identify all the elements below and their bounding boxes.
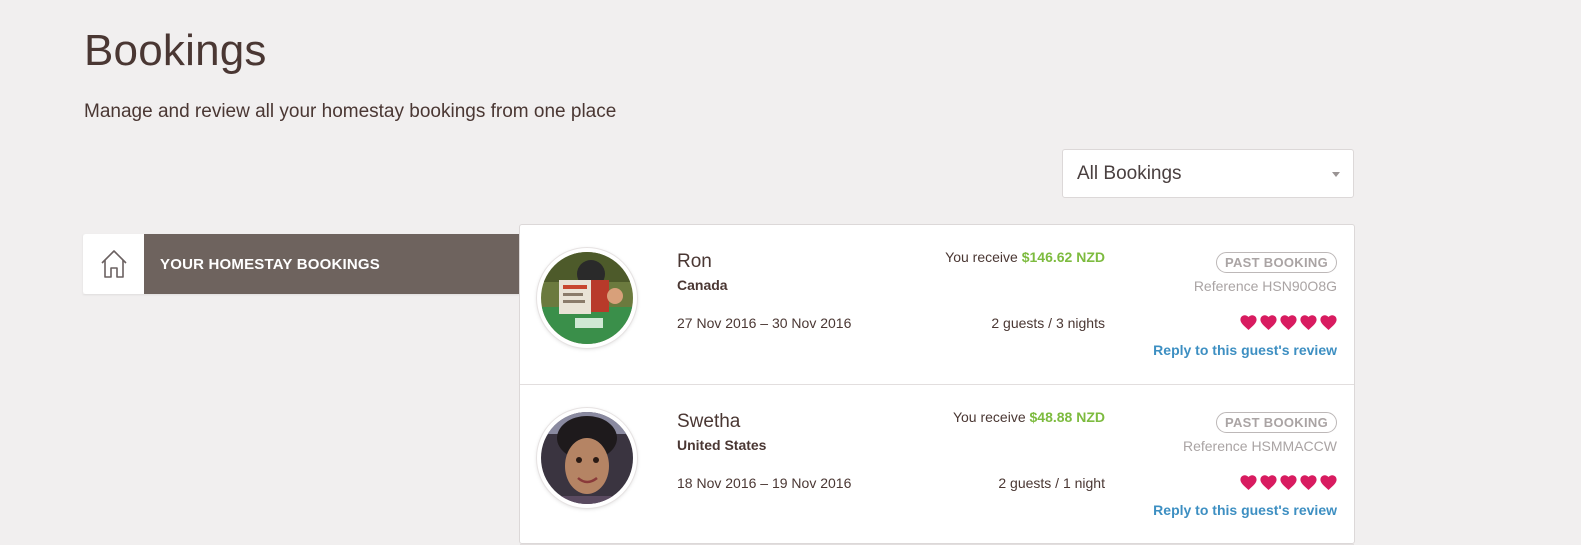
filter-selected-value: All Bookings (1077, 162, 1182, 184)
status-badge: PAST BOOKING (1215, 412, 1337, 433)
caret-down-icon (1332, 172, 1340, 177)
payout-label: You receive (952, 409, 1026, 425)
payout-amount: $48.88 NZD (1029, 409, 1105, 425)
booking-dates: 18 Nov 2016 – 19 Nov 2016 (677, 475, 852, 491)
sidebar-item-homestay-bookings[interactable]: YOUR HOMESTAY BOOKINGS (83, 234, 520, 294)
heart-icon (1280, 315, 1297, 331)
heart-icon (1280, 475, 1297, 491)
heart-icon (1260, 475, 1277, 491)
payout-amount: $146.62 NZD (1021, 249, 1105, 265)
page-title: Bookings (84, 26, 267, 75)
booking-item: Ron Canada 27 Nov 2016 – 30 Nov 2016 You… (520, 225, 1354, 385)
heart-icon (1300, 315, 1317, 331)
payout-info: You receive $48.88 NZD (953, 409, 1105, 425)
booking-dates: 27 Nov 2016 – 30 Nov 2016 (677, 315, 852, 331)
guest-rating (1239, 313, 1338, 332)
guest-rating (1239, 473, 1338, 492)
heart-icon (1240, 315, 1257, 331)
heart-icon (1300, 475, 1317, 491)
heart-icon (1320, 475, 1337, 491)
page-subtitle: Manage and review all your homestay book… (84, 101, 617, 122)
booking-reference: Reference HSMMACCW (1182, 438, 1337, 454)
reply-review-link[interactable]: Reply to this guest's review (1153, 342, 1337, 358)
house-icon (83, 234, 144, 294)
guest-name: Swetha (677, 411, 741, 432)
guest-avatar[interactable] (537, 408, 637, 508)
booking-item: Swetha United States 18 Nov 2016 – 19 No… (520, 385, 1354, 545)
bookings-list: Ron Canada 27 Nov 2016 – 30 Nov 2016 You… (519, 224, 1355, 545)
heart-icon (1320, 315, 1337, 331)
bookings-filter-select[interactable]: All Bookings (1062, 149, 1354, 198)
reply-review-link[interactable]: Reply to this guest's review (1153, 502, 1337, 518)
heart-icon (1240, 475, 1257, 491)
sidebar-item-label: YOUR HOMESTAY BOOKINGS (144, 234, 520, 294)
guest-country: Canada (677, 277, 728, 293)
guest-count: 2 guests / 3 nights (991, 315, 1105, 331)
heart-icon (1260, 315, 1277, 331)
payout-info: You receive $146.62 NZD (945, 249, 1105, 265)
guest-country: United States (677, 437, 767, 453)
guest-count: 2 guests / 1 night (998, 475, 1105, 491)
booking-reference: Reference HSN90O8G (1193, 278, 1337, 294)
payout-label: You receive (945, 249, 1018, 265)
guest-avatar[interactable] (537, 248, 637, 348)
guest-name: Ron (677, 251, 712, 272)
status-badge: PAST BOOKING (1215, 252, 1337, 273)
